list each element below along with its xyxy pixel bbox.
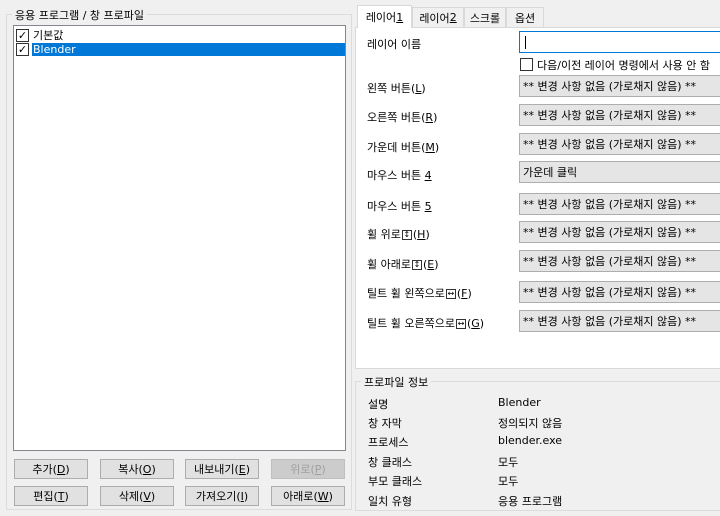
layer-name-label: 레이어 이름 [367, 38, 422, 51]
info-match-type-value: 응용 프로그램 [498, 495, 563, 508]
tilt-left-dropdown[interactable]: ** 변경 사항 없음 (가로채지 않음) ** [519, 281, 720, 303]
mouse-button-5-dropdown[interactable]: ** 변경 사항 없음 (가로채지 않음) ** [519, 193, 720, 215]
profiles-group-label: 응용 프로그램 / 창 프로파일 [12, 7, 148, 23]
move-down-button[interactable]: 아래로(W) [271, 486, 345, 506]
info-window-class-value: 모두 [498, 456, 519, 469]
wheel-down-dropdown[interactable]: ** 변경 사항 없음 (가로채지 않음) ** [519, 250, 720, 272]
edit-button[interactable]: 편집(T) [14, 486, 88, 506]
skip-layer-checkbox-label: 다음/이전 레이어 명령에서 사용 안 함 [537, 59, 710, 72]
list-item-label: Blender [32, 42, 345, 56]
tilt-left-label: 틸트 휠 왼쪽으로 ↔ (F) [367, 287, 472, 300]
export-button[interactable]: 내보내기(E) [185, 459, 259, 479]
list-item-label: 기본값 [33, 29, 64, 42]
info-match-type-label: 일치 유형 [368, 495, 412, 508]
tab-layer-2[interactable]: 레이어 2 [412, 7, 464, 27]
wheel-vertical-icon: ↕ [411, 260, 422, 270]
wheel-horizontal-icon: ↔ [445, 289, 456, 299]
info-window-caption-value: 정의되지 않음 [498, 417, 563, 430]
info-parent-class-value: 모두 [498, 475, 519, 488]
right-button-label: 오른쪽 버튼(R) [367, 111, 438, 124]
delete-button[interactable]: 삭제(V) [100, 486, 174, 506]
info-process-value: blender.exe [498, 434, 563, 447]
skip-layer-checkbox[interactable] [520, 58, 533, 71]
list-item-default[interactable]: ✓ 기본값 [16, 28, 345, 42]
mouse-button-5-label: 마우스 버튼 5 [367, 200, 432, 213]
info-description-label: 설명 [368, 398, 389, 411]
left-button-label: 왼쪽 버튼(L) [367, 82, 426, 95]
info-window-class-label: 창 클래스 [368, 456, 412, 469]
middle-button-label: 가운데 버튼(M) [367, 141, 440, 154]
text-caret [525, 36, 526, 49]
tilt-right-dropdown[interactable]: ** 변경 사항 없음 (가로채지 않음) ** [519, 310, 720, 332]
wheel-up-dropdown[interactable]: ** 변경 사항 없음 (가로채지 않음) ** [519, 221, 720, 243]
wheel-horizontal-icon: ↔ [455, 319, 466, 329]
tilt-right-label: 틸트 휠 오른쪽으로 ↔ (G) [367, 317, 485, 330]
wheel-up-label: 휠 위로 ↕ (H) [367, 228, 430, 241]
list-item-blender[interactable]: ✓ Blender [16, 42, 345, 56]
middle-button-dropdown[interactable]: ** 변경 사항 없음 (가로채지 않음) ** [519, 133, 720, 155]
left-button-dropdown[interactable]: ** 변경 사항 없음 (가로채지 않음) ** [519, 75, 720, 97]
info-process-label: 프로세스 [368, 436, 409, 449]
layer-name-input[interactable] [519, 31, 720, 53]
profiles-list[interactable]: ✓ 기본값 ✓ Blender [13, 25, 346, 451]
move-up-button[interactable]: 위로(P) [271, 459, 345, 479]
info-parent-class-label: 부모 클래스 [368, 475, 423, 488]
tab-options[interactable]: 옵션 [506, 7, 544, 27]
wheel-down-label: 휠 아래로 ↕ (E) [367, 258, 439, 271]
wheel-vertical-icon: ↕ [401, 230, 412, 240]
checkbox-blender[interactable]: ✓ [16, 42, 29, 56]
mouse-button-4-label: 마우스 버튼 4 [367, 169, 432, 182]
tab-scroll[interactable]: 스크롤 [464, 7, 506, 27]
info-window-caption-label: 창 자막 [368, 417, 402, 430]
tab-layer-1[interactable]: 레이어 1 [357, 5, 412, 28]
checkbox-default[interactable]: ✓ [16, 28, 29, 42]
right-button-dropdown[interactable]: ** 변경 사항 없음 (가로채지 않음) ** [519, 104, 720, 126]
info-description-value: Blender [498, 396, 541, 409]
mouse-button-4-dropdown[interactable]: 가운데 클릭 [519, 161, 720, 183]
import-button[interactable]: 가져오기(I) [185, 486, 259, 506]
profile-info-group-label: 프로파일 정보 [361, 374, 432, 390]
copy-button[interactable]: 복사(O) [100, 459, 174, 479]
add-button[interactable]: 추가(D) [14, 459, 88, 479]
